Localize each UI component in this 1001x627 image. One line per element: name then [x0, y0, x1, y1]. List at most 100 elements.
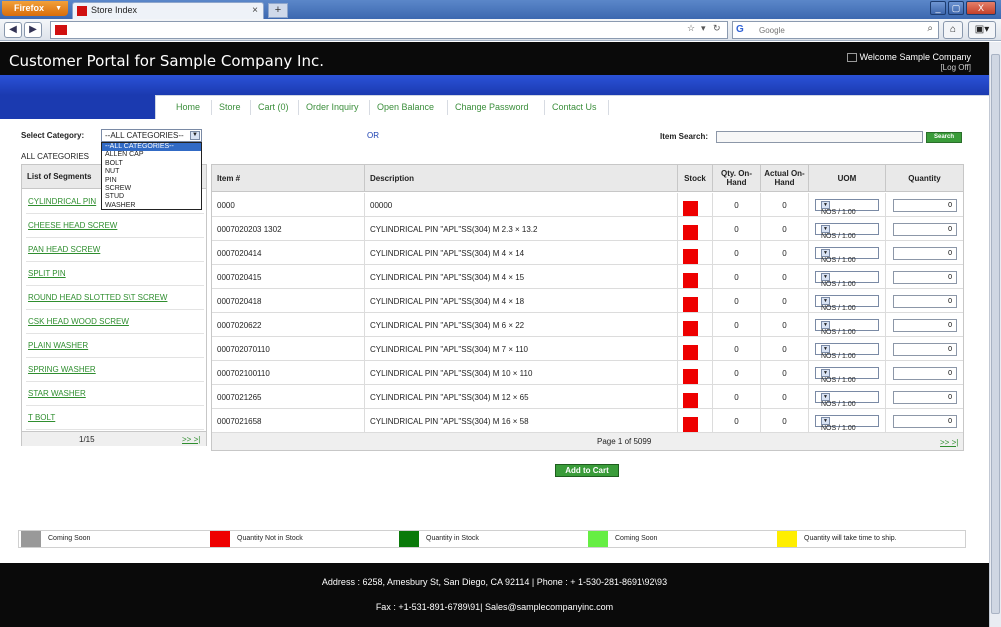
browser-tab[interactable]: Store Index × [72, 2, 264, 19]
segment-link[interactable]: PLAIN WASHER [26, 334, 204, 358]
url-bar[interactable]: ☆ ▾ ↻ [50, 21, 728, 39]
segment-link[interactable]: PAN HEAD SCREW [26, 238, 204, 262]
cell-description-text: 00000 [370, 201, 393, 210]
cell-qty-on-hand-text: 0 [734, 201, 739, 210]
menu-icon[interactable]: ▣▾ [968, 21, 996, 39]
reload-icon[interactable]: ↻ [713, 23, 721, 34]
category-select[interactable]: --ALL CATEGORIES-- ▼ [101, 129, 202, 142]
menu-contact-us[interactable]: Contact Us [552, 102, 597, 112]
search-bar[interactable]: G ⌕ [732, 21, 939, 39]
minimize-button[interactable]: _ [930, 1, 946, 15]
segment-link[interactable]: STAR WASHER [26, 382, 204, 406]
cell-actual-on-hand: 0 [761, 385, 809, 409]
dropdown-arrow-icon[interactable]: ▾ [701, 23, 706, 34]
quantity-input[interactable] [893, 343, 957, 356]
close-window-button[interactable]: X [966, 1, 996, 15]
legend-item: Coming Soon [586, 531, 776, 547]
segment-link[interactable]: ROUND HEAD SLOTTED S\T SCREW [26, 286, 204, 310]
uom-select[interactable]: NOS / 1.00 ▼ [815, 295, 879, 312]
segment-link[interactable]: SPRING WASHER [26, 358, 204, 382]
uom-select[interactable]: NOS / 1.00 ▼ [815, 271, 879, 288]
uom-select[interactable]: NOS / 1.00 ▼ [815, 199, 879, 216]
chevron-down-icon[interactable]: ▼ [821, 321, 830, 329]
quantity-input[interactable] [893, 391, 957, 404]
bookmark-star-icon[interactable]: ☆ [687, 23, 695, 34]
firefox-menu-button[interactable]: Firefox ▼ [2, 1, 68, 16]
quantity-input[interactable] [893, 199, 957, 212]
chevron-down-icon[interactable]: ▼ [821, 393, 830, 401]
quantity-input[interactable] [893, 271, 957, 284]
menu-divider [544, 100, 545, 115]
cell-quantity [886, 217, 963, 241]
column-header-item: Item # [212, 165, 365, 192]
menu-home[interactable]: Home [176, 102, 200, 112]
cell-description-text: CYLINDRICAL PIN "APL"SS(304) M 7 × 110 [370, 345, 528, 354]
quantity-input[interactable] [893, 223, 957, 236]
scroll-thumb[interactable] [991, 54, 1000, 614]
table-next-link[interactable]: >> >| [940, 438, 958, 447]
uom-select[interactable]: NOS / 1.00 ▼ [815, 415, 879, 432]
chevron-down-icon[interactable]: ▼ [821, 369, 830, 377]
category-option[interactable]: BOLT [102, 160, 201, 168]
menu-order-inquiry[interactable]: Order Inquiry [306, 102, 359, 112]
search-icon[interactable]: ⌕ [927, 23, 933, 34]
menu-change-password[interactable]: Change Password [455, 102, 529, 112]
menu-open-balance[interactable]: Open Balance [377, 102, 434, 112]
tab-close-icon[interactable]: × [252, 3, 258, 18]
search-button[interactable]: Search [926, 132, 962, 143]
category-option[interactable]: SCREW [102, 185, 201, 193]
quantity-input[interactable] [893, 367, 957, 380]
new-tab-button[interactable]: + [268, 3, 288, 18]
uom-select[interactable]: NOS / 1.00 ▼ [815, 319, 879, 336]
cell-qty-on-hand-text: 0 [734, 273, 739, 282]
segment-link[interactable]: T BOLT [26, 406, 204, 430]
welcome-label: Welcome [859, 52, 897, 62]
segment-link[interactable]: CSK HEAD WOOD SCREW [26, 310, 204, 334]
chevron-down-icon[interactable]: ▼ [821, 249, 830, 257]
stock-status-indicator [683, 201, 698, 216]
column-header-stock: Stock [678, 165, 713, 192]
search-input[interactable] [759, 24, 919, 36]
menu-cart[interactable]: Cart (0) [258, 102, 289, 112]
category-option[interactable]: PIN [102, 177, 201, 185]
chevron-down-icon[interactable]: ▼ [821, 417, 830, 425]
item-search-input[interactable] [716, 131, 923, 143]
menu-store[interactable]: Store [219, 102, 241, 112]
stock-legend: Coming Soon Quantity Not in Stock Quanti… [18, 530, 966, 548]
maximize-button[interactable]: ▢ [948, 1, 964, 15]
segment-link[interactable]: CHEESE HEAD SCREW [26, 214, 204, 238]
category-option[interactable]: WASHER [102, 202, 201, 210]
cell-description-text: CYLINDRICAL PIN "APL"SS(304) M 6 × 22 [370, 321, 525, 330]
chevron-down-icon[interactable]: ▼ [821, 297, 830, 305]
uom-select[interactable]: NOS / 1.00 ▼ [815, 247, 879, 264]
category-option[interactable]: NUT [102, 168, 201, 176]
category-option[interactable]: --ALL CATEGORIES-- [102, 143, 201, 152]
chevron-down-icon[interactable]: ▼ [190, 131, 200, 140]
logoff-link[interactable]: [Log Off] [847, 63, 971, 72]
uom-select[interactable]: NOS / 1.00 ▼ [815, 223, 879, 240]
uom-select[interactable]: NOS / 1.00 ▼ [815, 343, 879, 360]
chevron-down-icon[interactable]: ▼ [821, 201, 830, 209]
category-option[interactable]: ALLEN CAP [102, 151, 201, 159]
chevron-down-icon[interactable]: ▼ [821, 345, 830, 353]
forward-button[interactable]: ▶ [24, 22, 42, 38]
uom-select[interactable]: NOS / 1.00 ▼ [815, 391, 879, 408]
table-row: 000702100110 CYLINDRICAL PIN "APL"SS(304)… [212, 361, 963, 385]
uom-select[interactable]: NOS / 1.00 ▼ [815, 367, 879, 384]
home-icon[interactable]: ⌂ [943, 21, 963, 39]
chevron-down-icon[interactable]: ▼ [821, 273, 830, 281]
quantity-input[interactable] [893, 295, 957, 308]
footer-contact: Fax : +1-531-891-6789\91| Sales@sampleco… [375, 602, 614, 612]
cell-uom: NOS / 1.00 ▼ [809, 241, 886, 265]
quantity-input[interactable] [893, 415, 957, 428]
back-button[interactable]: ◀ [4, 22, 22, 38]
column-header-qty-on-hand: Qty. On-Hand [713, 165, 761, 192]
category-option[interactable]: STUD [102, 193, 201, 201]
quantity-input[interactable] [893, 247, 957, 260]
quantity-input[interactable] [893, 319, 957, 332]
chevron-down-icon[interactable]: ▼ [821, 225, 830, 233]
add-to-cart-button[interactable]: Add to Cart [555, 464, 619, 477]
page-scrollbar[interactable] [989, 42, 1001, 627]
segments-next-link[interactable]: >> >| [182, 435, 200, 444]
segment-link[interactable]: SPLIT PIN [26, 262, 204, 286]
